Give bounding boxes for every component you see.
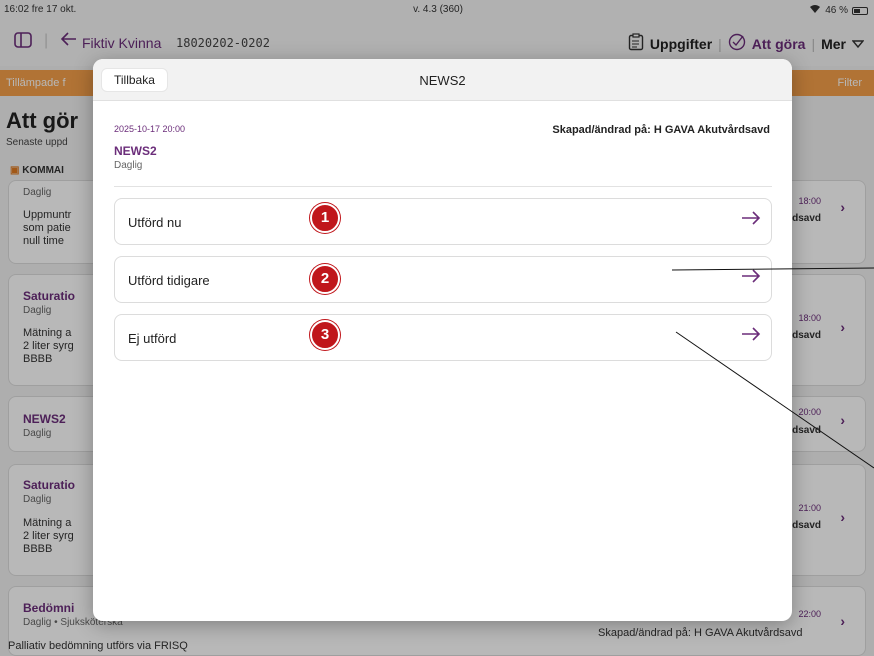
task-datetime: 2025-10-17 20:00	[114, 124, 186, 134]
task-frequency: Daglig	[114, 160, 143, 171]
option-label: Ej utförd	[128, 331, 177, 346]
option-utford-nu[interactable]: Utförd nu	[114, 198, 772, 245]
annotation-badge-1: 1	[310, 203, 340, 233]
arrow-right-icon	[741, 326, 761, 347]
option-utford-tidigare[interactable]: Utförd tidigare	[114, 256, 772, 303]
task-name: NEWS2	[114, 144, 157, 158]
divider	[114, 186, 772, 187]
arrow-right-icon	[741, 210, 761, 231]
annotation-badge-3: 3	[310, 320, 340, 350]
modal-title: NEWS2	[419, 73, 466, 88]
modal-header: Tillbaka NEWS2	[93, 59, 792, 101]
annotation-badge-2: 2	[310, 264, 340, 294]
arrow-right-icon	[741, 268, 761, 289]
option-label: Utförd nu	[128, 215, 182, 230]
news2-modal: Tillbaka NEWS2 2025-10-17 20:00 Skapad/ä…	[93, 59, 792, 621]
option-ej-utford[interactable]: Ej utförd	[114, 314, 772, 361]
created-by: Skapad/ändrad på: H GAVA Akutvårdsavd	[552, 124, 770, 136]
option-label: Utförd tidigare	[128, 273, 210, 288]
